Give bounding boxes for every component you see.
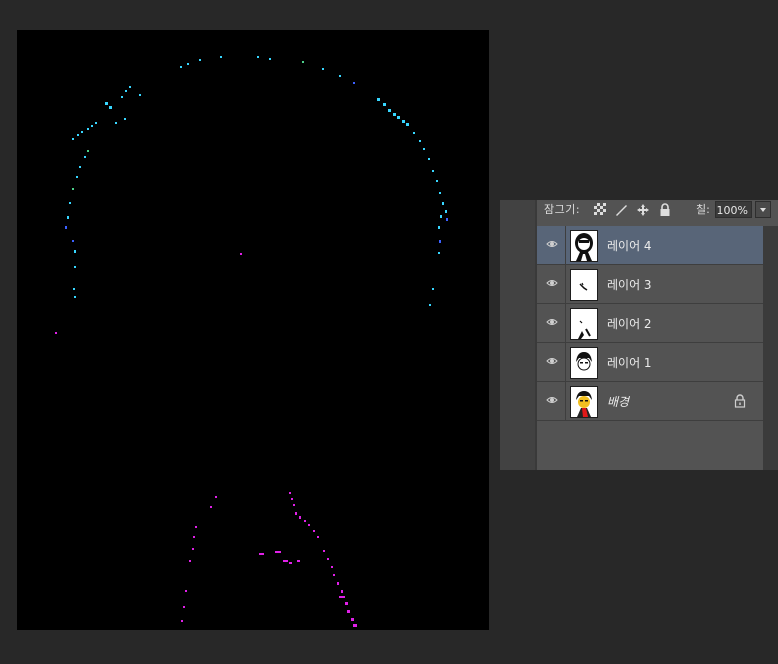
lock-position-icon[interactable] [636,203,650,217]
fill-dropdown-button[interactable] [755,201,771,218]
body-outline-dots [55,253,357,627]
lock-icon [734,394,746,408]
visibility-eye-icon[interactable] [546,277,558,289]
row-separator [565,382,566,420]
lock-image-pixels-icon[interactable] [614,203,628,217]
document-canvas[interactable] [17,30,489,630]
layer-thumbnail [570,269,598,301]
layer-thumbnail [570,347,598,379]
visibility-eye-icon[interactable] [546,316,558,328]
canvas-artwork [55,56,448,627]
fill-input[interactable]: 100% [715,201,752,218]
layer-name[interactable]: 배경 [607,393,629,410]
layer-row-layer-1[interactable]: 레이어 1 [537,343,763,382]
row-separator [565,304,566,342]
head-outline-dots [65,56,448,306]
layer-list: 레이어 4 레이어 3 레이어 2 레이어 1 배경 [537,226,763,421]
layers-scrollbar[interactable] [763,226,778,470]
chevron-down-icon [760,208,766,212]
layer-row-layer-2[interactable]: 레이어 2 [537,304,763,343]
row-separator [565,265,566,303]
layer-thumbnail [570,230,598,262]
layer-name[interactable]: 레이어 4 [607,237,652,254]
visibility-eye-icon[interactable] [546,238,558,250]
layers-panel: 잠그기: 칠: 100% 레이어 4 레이어 3 레이어 2 레이어 1 배경 [500,200,778,470]
layer-thumbnail [570,308,598,340]
layer-name[interactable]: 레이어 2 [607,315,652,332]
row-separator [565,343,566,381]
lock-all-icon[interactable] [658,203,672,217]
layer-thumbnail [570,386,598,418]
row-separator [565,226,566,264]
layer-name[interactable]: 레이어 3 [607,276,652,293]
lock-bar: 잠그기: 칠: 100% [537,200,778,225]
visibility-eye-icon[interactable] [546,355,558,367]
layer-row-background[interactable]: 배경 [537,382,763,421]
lock-transparent-pixels-icon[interactable] [593,203,607,217]
layer-row-layer-3[interactable]: 레이어 3 [537,265,763,304]
layer-name[interactable]: 레이어 1 [607,354,652,371]
fill-label: 칠: [696,203,710,216]
visibility-eye-icon[interactable] [546,394,558,406]
panel-collapsed-strip [500,200,535,470]
layer-row-layer-4[interactable]: 레이어 4 [537,226,763,265]
lock-label: 잠그기: [544,203,581,216]
